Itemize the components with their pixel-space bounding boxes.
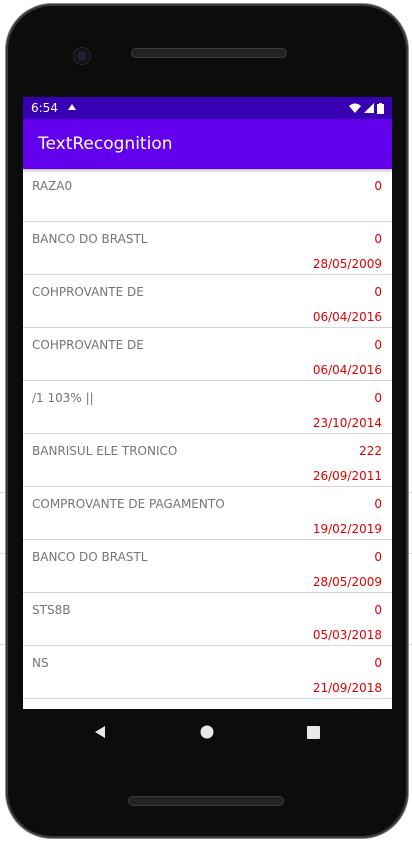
item-title: RAZA0 — [32, 179, 73, 193]
home-icon[interactable] — [198, 723, 216, 741]
item-count: 0 — [374, 391, 382, 405]
list-item[interactable]: /1 103% || 0 23/10/2014 — [23, 381, 392, 434]
status-bar: 6:54 — [23, 97, 392, 119]
item-date: 05/03/2018 — [312, 628, 382, 642]
status-icons — [349, 102, 384, 114]
item-count: 0 — [374, 603, 382, 617]
front-camera — [74, 48, 90, 64]
item-date: 06/04/2016 — [312, 310, 382, 324]
list-item[interactable]: BANCO DO BRASTL 0 28/05/2009 — [23, 222, 392, 275]
list-item[interactable]: COHPROVANTE DE 0 06/04/2016 — [23, 275, 392, 328]
item-count: 0 — [374, 550, 382, 564]
bottom-speaker — [128, 796, 284, 806]
list-item[interactable]: NS 0 21/09/2018 — [23, 646, 392, 699]
app-bar: TextRecognition — [23, 119, 392, 169]
item-date: 28/05/2009 — [312, 257, 382, 271]
notification-icon — [67, 103, 76, 113]
recents-icon[interactable] — [304, 723, 322, 741]
list-item[interactable]: COMPROVANTE DE PAGAMENTO 0 19/02/2019 — [23, 487, 392, 540]
item-count: 0 — [374, 179, 382, 193]
item-date: 28/05/2009 — [312, 575, 382, 589]
item-title: NS — [32, 656, 49, 670]
item-date: 26/09/2011 — [312, 469, 382, 483]
list-item[interactable]: COHPROVANTE DE 0 06/04/2016 — [23, 328, 392, 381]
item-count: 0 — [374, 338, 382, 352]
item-title: BANCO DO BRASTL — [32, 550, 148, 564]
list-item[interactable]: STS8B 0 05/03/2018 — [23, 593, 392, 646]
item-title: STS8B — [32, 603, 71, 617]
recognition-list[interactable]: RAZA0 0 BANCO DO BRASTL 0 28/05/2009 COH… — [23, 169, 392, 699]
list-item[interactable]: BANCO DO BRASTL 0 28/05/2009 — [23, 540, 392, 593]
wifi-icon — [349, 103, 361, 113]
item-date: 23/10/2014 — [312, 416, 382, 430]
item-date: 19/02/2019 — [312, 522, 382, 536]
signal-icon — [364, 103, 374, 113]
list-item[interactable]: RAZA0 0 — [23, 169, 392, 222]
item-date: 06/04/2016 — [312, 363, 382, 377]
item-count: 0 — [374, 497, 382, 511]
earpiece-speaker — [131, 48, 287, 58]
item-count: 0 — [374, 656, 382, 670]
item-count: 0 — [374, 285, 382, 299]
item-count: 0 — [374, 232, 382, 246]
item-count: 222 — [359, 444, 382, 458]
list-item[interactable]: BANRISUL ELE TRONICO 222 26/09/2011 — [23, 434, 392, 487]
device-screen: 6:54 TextRecognition RAZA0 0 BANCO DO BR… — [23, 97, 392, 709]
battery-icon — [377, 102, 384, 114]
item-title: COMPROVANTE DE PAGAMENTO — [32, 497, 225, 511]
status-time: 6:54 — [31, 101, 58, 115]
back-icon[interactable] — [91, 723, 109, 741]
item-title: BANCO DO BRASTL — [32, 232, 148, 246]
navigation-bar — [23, 709, 392, 755]
app-title: TextRecognition — [38, 134, 173, 154]
item-title: BANRISUL ELE TRONICO — [32, 444, 178, 458]
item-title: COHPROVANTE DE — [32, 285, 144, 299]
item-title: COHPROVANTE DE — [32, 338, 144, 352]
item-date: 21/09/2018 — [312, 681, 382, 695]
item-title: /1 103% || — [32, 391, 94, 405]
